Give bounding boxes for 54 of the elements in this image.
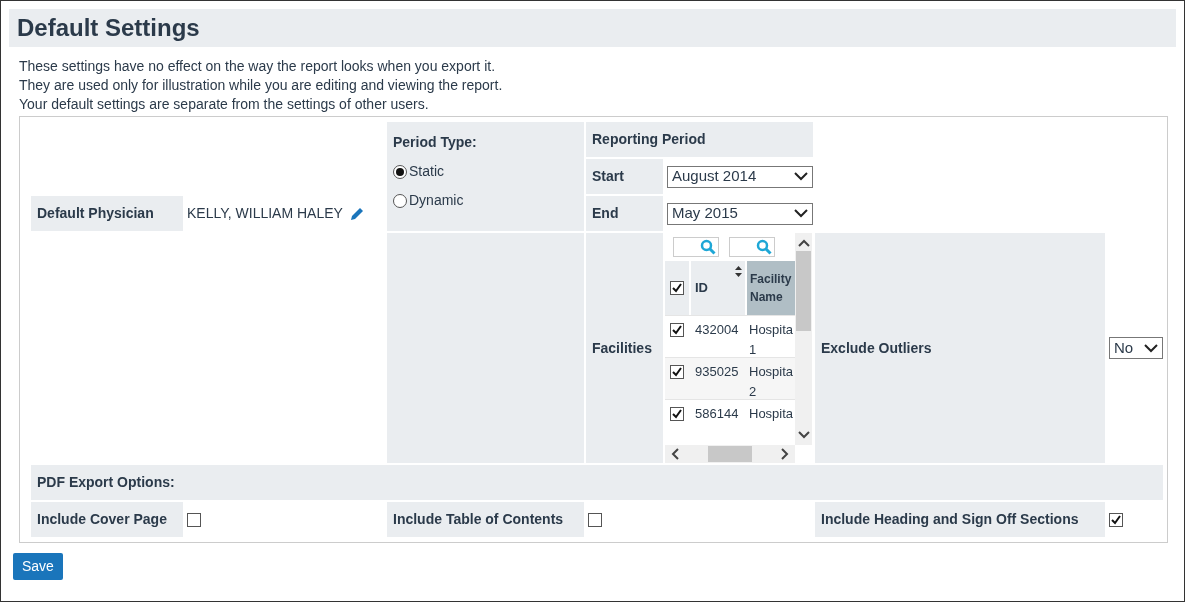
pdf-option-checkbox[interactable] <box>588 512 602 527</box>
pencil-icon[interactable] <box>348 205 365 222</box>
chevron-up-icon[interactable] <box>797 239 810 247</box>
column-search-field[interactable] <box>729 237 775 257</box>
intro-text: Your default settings are separate from the settings of other users. <box>19 95 430 114</box>
pdf-option-checkbox[interactable] <box>1109 512 1123 527</box>
facility-name: Hospita 1 <box>748 321 795 357</box>
facility-id: 432004 <box>694 321 740 339</box>
facility-name: Hospita <box>748 405 795 423</box>
search-icon <box>756 239 772 255</box>
chevron-down-icon <box>1144 343 1158 353</box>
start-label: Start <box>586 159 663 194</box>
chevron-down-icon <box>794 209 808 218</box>
row-checkbox[interactable] <box>670 407 684 421</box>
vertical-scrollbar[interactable] <box>795 233 812 445</box>
chevron-down-icon[interactable] <box>797 431 810 439</box>
radio-label: Static <box>409 162 444 181</box>
radio-button[interactable] <box>393 193 407 208</box>
save-button[interactable]: Save <box>13 553 63 580</box>
facilities-label: Facilities <box>586 233 663 463</box>
column-search-field[interactable] <box>673 237 719 257</box>
reporting-period-header: Reporting Period <box>586 122 813 157</box>
facility-id: 586144 <box>694 405 740 423</box>
page-title: Default Settings <box>17 13 200 43</box>
intro-text: They are used only for illustration while you are editing and viewing the report. <box>19 76 504 95</box>
name-column-header[interactable]: Facility Name <box>747 261 795 315</box>
pdf-option-label: Include Table of Contents <box>387 502 584 537</box>
radio-button[interactable] <box>393 164 407 179</box>
physician-name: KELLY, WILLIAM HALEY <box>187 204 343 223</box>
chevron-right-icon[interactable] <box>781 448 789 460</box>
facility-name: Hospita 2 <box>748 363 795 399</box>
end-label: End <box>586 196 663 231</box>
row-checkbox[interactable] <box>670 323 684 337</box>
start-month-select[interactable]: August 2014 <box>667 165 813 188</box>
chevron-left-icon[interactable] <box>671 448 679 460</box>
sort-icon <box>735 266 742 277</box>
pdf-option-label: Include Cover Page <box>31 502 183 537</box>
exclude-outliers-label: Exclude Outliers <box>815 233 1105 463</box>
facility-id: 935025 <box>694 363 740 381</box>
row-checkbox[interactable] <box>670 365 684 379</box>
period-type-label: Period Type: <box>393 133 478 152</box>
chevron-down-icon <box>794 172 808 181</box>
search-icon <box>700 239 716 255</box>
end-month-select[interactable]: May 2015 <box>667 202 813 225</box>
select-all-checkbox[interactable] <box>670 281 684 295</box>
pdf-export-header: PDF Export Options: <box>31 465 1163 500</box>
horizontal-scrollbar[interactable] <box>665 445 795 463</box>
default-physician-label: Default Physician <box>31 196 183 231</box>
exclude-outliers-select[interactable]: No <box>1109 337 1163 359</box>
intro-text: These settings have no effect on the way the report looks when you export it. <box>19 57 497 76</box>
pdf-option-label: Include Heading and Sign Off Sections <box>815 502 1105 537</box>
radio-label: Dynamic <box>409 191 464 210</box>
pdf-option-checkbox[interactable] <box>187 512 201 527</box>
id-column-header[interactable]: ID <box>691 261 745 315</box>
